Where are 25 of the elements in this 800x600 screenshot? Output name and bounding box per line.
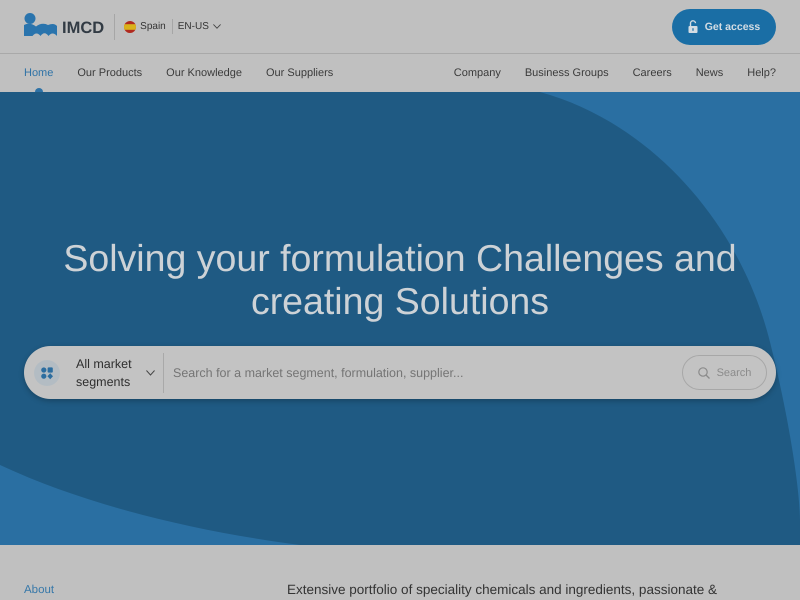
nav-link[interactable]: Business Groups [524,54,609,92]
section-label: About [24,584,54,596]
logo-icon[interactable] [24,13,57,36]
hero-heading: Solving your formulation Challenges and creating Solutions [62,237,738,323]
language-selector[interactable]: EN-US [178,21,221,32]
segment-dropdown[interactable]: All market segments [34,354,155,390]
nav-link[interactable]: Our Suppliers [266,54,334,92]
nav-link[interactable]: News [696,54,724,92]
lock-icon [688,20,698,33]
about-paragraph: Extensive portfolio of speciality chemicals and ingredients, passionate & [287,582,717,598]
chevron-down-icon [146,370,155,376]
nav-link[interactable]: Help? [747,54,776,92]
search-input[interactable]: Search for a market segment, formulation, supplier... [173,358,682,388]
search-bar[interactable]: All market segments Search for a market segment, formulation, supplier... Search [24,346,776,399]
nav-link[interactable]: Our Products [77,54,142,92]
grid-icon [34,360,60,386]
get-access-button[interactable]: Get access [672,8,776,44]
logo-text[interactable]: IMCD [62,18,104,38]
nav-link[interactable]: Careers [632,54,672,92]
chevron-down-icon [212,24,221,29]
country-selector[interactable]: Spain [124,20,166,32]
nav-link[interactable]: Company [454,54,501,92]
flag-icon [124,20,136,32]
search-icon [698,366,710,378]
nav-link[interactable]: Our Knowledge [166,54,242,92]
